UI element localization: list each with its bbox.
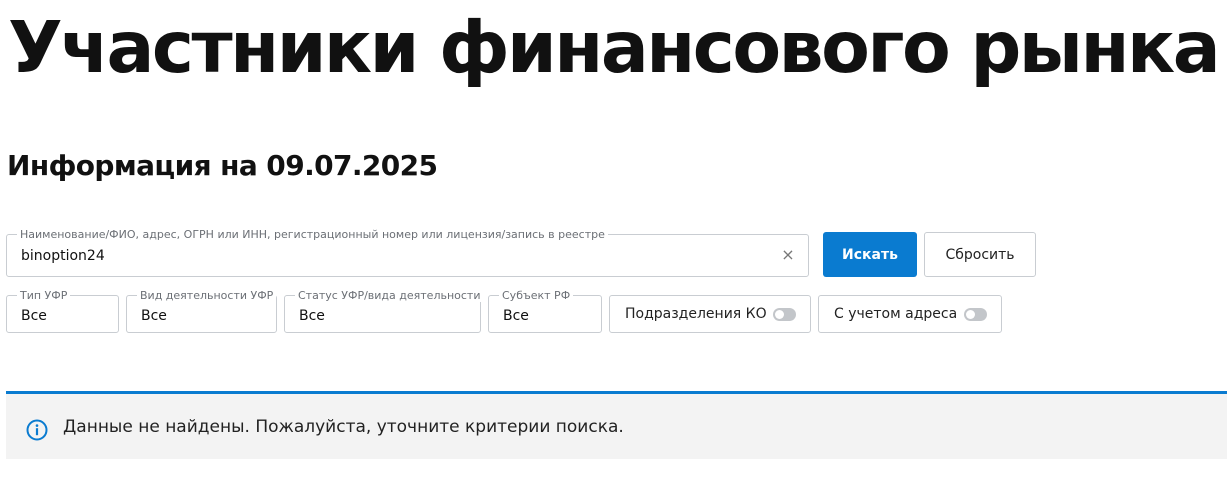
clear-search-icon[interactable]: × (780, 247, 796, 263)
filter-activity-type-value: Все (141, 308, 167, 324)
search-field-legend: Наименование/ФИО, адрес, ОГРН или ИНН, р… (17, 228, 608, 241)
filter-region[interactable]: Субъект РФ Все (488, 289, 602, 333)
toggle-ko-divisions[interactable]: Подразделения КО (609, 295, 811, 333)
search-input[interactable]: binoption24 (21, 248, 105, 264)
toggle-address-switch[interactable] (964, 308, 987, 321)
filter-region-value: Все (503, 308, 529, 324)
toggle-ko-divisions-switch[interactable] (773, 308, 796, 321)
toggle-ko-divisions-label: Подразделения КО (625, 306, 767, 322)
filter-region-legend: Субъект РФ (499, 289, 574, 302)
filter-ufr-type-legend: Тип УФР (17, 289, 71, 302)
reset-button[interactable]: Сбросить (924, 232, 1036, 277)
search-field[interactable]: Наименование/ФИО, адрес, ОГРН или ИНН, р… (6, 228, 809, 277)
filter-ufr-type-value: Все (21, 308, 47, 324)
page-title: Участники финансового рынка (8, 6, 1221, 89)
filter-status-legend: Статус УФР/вида деятельности (295, 289, 484, 302)
filter-status-value: Все (299, 308, 325, 324)
filter-ufr-type[interactable]: Тип УФР Все (6, 289, 119, 333)
no-results-notice: Данные не найдены. Пожалуйста, уточните … (6, 391, 1227, 459)
search-button[interactable]: Искать (823, 232, 917, 277)
filter-activity-type[interactable]: Вид деятельности УФР Все (126, 289, 277, 333)
filter-status[interactable]: Статус УФР/вида деятельности Все (284, 289, 484, 333)
info-date-heading: Информация на 09.07.2025 (7, 149, 438, 182)
filter-activity-type-legend: Вид деятельности УФР (137, 289, 277, 302)
notice-text: Данные не найдены. Пожалуйста, уточните … (63, 417, 624, 437)
toggle-address[interactable]: С учетом адреса (818, 295, 1002, 333)
info-icon (26, 419, 48, 441)
toggle-address-label: С учетом адреса (834, 306, 958, 322)
